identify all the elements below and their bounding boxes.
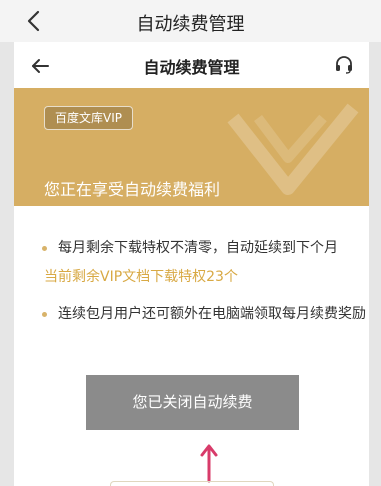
benefit-item: 连续包月用户还可额外在电脑端领取每月续费奖励: [14, 302, 369, 326]
left-background: [0, 42, 14, 486]
headset-icon[interactable]: [333, 54, 355, 76]
bullet-dot: [42, 312, 47, 317]
outer-title: 自动续费管理: [136, 14, 245, 35]
banner-subtitle: 您正在享受自动续费福利: [44, 180, 221, 199]
page-title: 自动续费管理: [143, 58, 240, 77]
vip-badge: 百度文库VIP: [44, 106, 133, 130]
benefit-remaining-count: 当前剩余VIP文档下载特权23个: [44, 269, 238, 285]
inner-header: 自动续费管理: [14, 42, 369, 88]
right-background: [369, 42, 381, 486]
benefit-text: 每月剩余下载特权不清零，自动延续到下个月: [58, 240, 338, 256]
vip-watermark-icon: [227, 103, 359, 195]
benefit-item: 每月剩余下载特权不清零，自动延续到下个月: [14, 236, 369, 260]
pointer-arrow-icon: [200, 444, 218, 483]
outer-header: 自动续费管理: [0, 0, 381, 43]
benefit-text: 连续包月用户还可额外在电脑端领取每月续费奖励: [58, 306, 366, 322]
vip-banner: 百度文库VIP 您正在享受自动续费福利: [14, 88, 369, 206]
bottom-button-edge[interactable]: [110, 481, 274, 486]
auto-renew-status-button[interactable]: 您已关闭自动续费: [86, 375, 299, 430]
inner-screen: 自动续费管理 百度文库VIP 您正在享受自动续费福利 每月剩余下载特权不清零，自…: [14, 42, 369, 486]
bullet-dot: [42, 246, 47, 251]
